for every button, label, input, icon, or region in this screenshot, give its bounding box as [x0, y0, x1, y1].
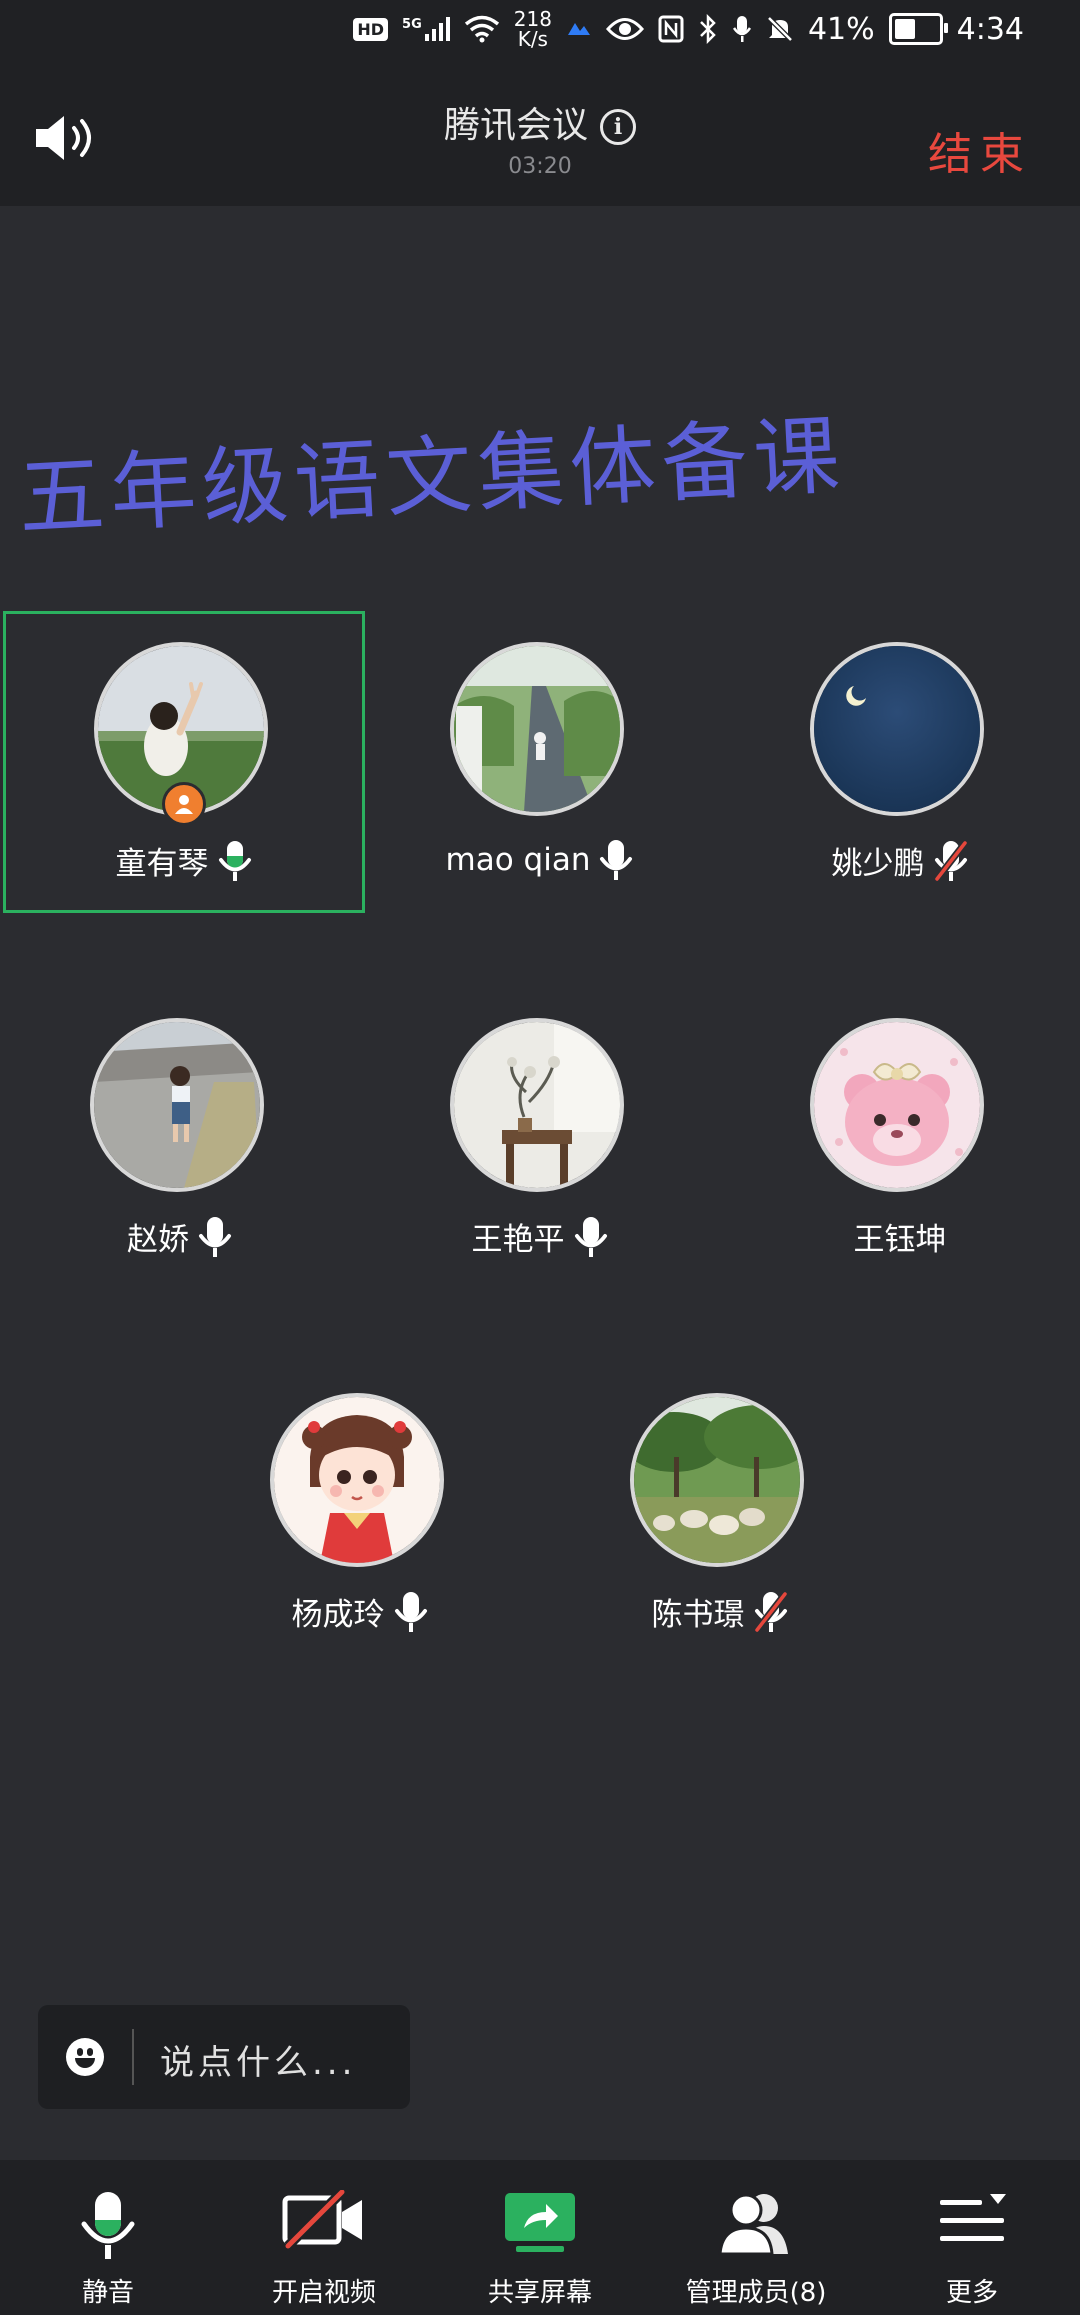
participant-tile[interactable]: 陈书璟	[540, 1363, 900, 1663]
mute-label: 静音	[81, 2278, 134, 2308]
microphone-muted-icon	[933, 840, 968, 881]
share-screen-label: 共享屏幕	[487, 2278, 592, 2308]
participant-tile[interactable]: mao qian	[360, 612, 720, 912]
participant-name: 童有琴	[115, 846, 209, 882]
more-menu-icon	[940, 2194, 1006, 2241]
share-screen-button[interactable]: 共享屏幕	[432, 2160, 648, 2315]
participant-tile[interactable]: 童有琴	[3, 611, 365, 913]
bottom-toolbar: 静音 开启视频 共享屏幕 管理成员(8) 更多	[0, 2160, 1080, 2315]
meeting-header: 腾讯会议 i 03:20 结束	[0, 58, 1080, 206]
participant-tile[interactable]: 姚少鹏	[720, 612, 1080, 912]
meeting-timer: 03:20	[508, 154, 572, 179]
avatar	[90, 1018, 264, 1192]
microphone-icon	[394, 1591, 427, 1632]
microphone-status-icon	[732, 16, 751, 42]
avatar	[450, 642, 624, 816]
avatar	[810, 642, 984, 816]
share-screen-icon	[505, 2193, 575, 2252]
chat-input[interactable]: 说点什么...	[38, 2005, 410, 2109]
participant-name: 王钰坤	[853, 1222, 947, 1258]
app-notification-icon	[567, 23, 590, 35]
meeting-title[interactable]: 腾讯会议 i	[0, 96, 1080, 148]
cellular-signal-icon: 5G	[402, 16, 450, 42]
battery-icon	[888, 13, 948, 45]
participant-name: 姚少鹏	[831, 846, 925, 882]
participant-tile[interactable]: 赵娇	[0, 988, 360, 1288]
divider	[132, 2029, 134, 2085]
status-bar: HD 5G 218 K/s 41% 4:34	[0, 0, 1080, 58]
members-icon	[718, 2193, 788, 2256]
participant-name: 陈书璟	[651, 1597, 745, 1633]
emoji-icon[interactable]	[66, 2038, 104, 2076]
start-video-label: 开启视频	[271, 2278, 376, 2308]
mute-button[interactable]: 静音	[0, 2160, 216, 2315]
participant-tile[interactable]: 杨成玲	[180, 1363, 540, 1663]
participant-name: 杨成玲	[291, 1597, 385, 1633]
network-speed-unit: K/s	[517, 27, 548, 51]
bluetooth-icon	[700, 14, 716, 44]
chat-placeholder: 说点什么...	[160, 2043, 357, 2083]
avatar	[810, 1018, 984, 1192]
more-label: 更多	[945, 2278, 998, 2308]
wifi-icon	[464, 15, 499, 43]
microphone-on-icon	[81, 2192, 135, 2259]
avatar	[270, 1393, 444, 1567]
end-meeting-button[interactable]: 结束	[928, 118, 1032, 182]
microphone-speaking-icon	[218, 840, 251, 881]
start-video-button[interactable]: 开启视频	[216, 2160, 432, 2315]
meeting-title-label: 腾讯会议	[443, 105, 588, 146]
hd-voice-indicator: HD	[353, 17, 389, 41]
microphone-muted-icon	[753, 1591, 788, 1632]
network-type-label: 5G	[402, 17, 422, 32]
more-button[interactable]: 更多	[864, 2160, 1080, 2315]
manage-members-button[interactable]: 管理成员(8)	[648, 2160, 864, 2315]
participant-tile[interactable]: 王钰坤	[720, 988, 1080, 1288]
nfc-icon	[658, 15, 684, 43]
eye-comfort-icon	[605, 18, 644, 40]
avatar	[450, 1018, 624, 1192]
shared-handwriting-text: 五年级语文集体备课	[15, 405, 848, 549]
participant-tile[interactable]: 王艳平	[360, 988, 720, 1288]
network-speed: 218 K/s	[514, 9, 552, 49]
participant-name: 赵娇	[127, 1222, 189, 1258]
participant-name: 王艳平	[471, 1222, 565, 1258]
video-off-icon	[282, 2190, 362, 2250]
microphone-icon	[574, 1216, 607, 1257]
participant-name: mao qian	[445, 842, 591, 878]
clock: 4:34	[956, 11, 1024, 47]
info-icon[interactable]: i	[600, 109, 636, 145]
manage-members-label: 管理成员(8)	[685, 2278, 827, 2308]
network-speed-value: 218	[513, 7, 552, 31]
battery-percentage: 41%	[807, 11, 875, 47]
microphone-icon	[600, 840, 633, 880]
host-icon	[162, 782, 206, 826]
avatar	[630, 1393, 804, 1567]
microphone-icon	[199, 1216, 231, 1257]
do-not-disturb-bell-icon	[767, 16, 793, 42]
